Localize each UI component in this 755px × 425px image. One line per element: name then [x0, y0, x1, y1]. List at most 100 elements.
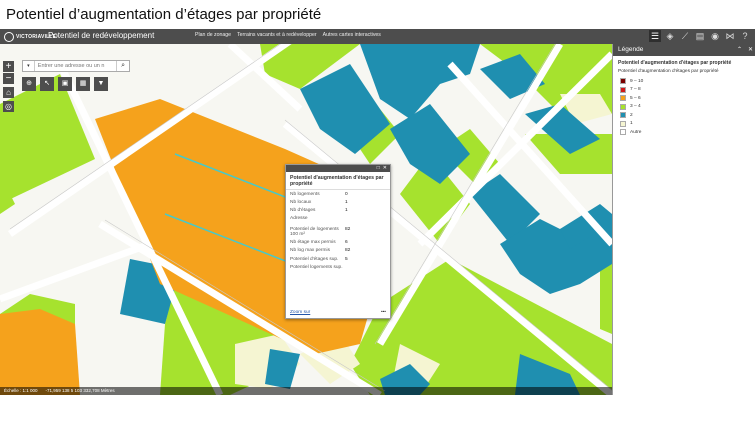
map-view[interactable]: + − ⌂ ◎ ▾ ⌕ ⊕ ↖ ▣ ▦ ▼ □ ✕ Potentiel d'au… — [0, 44, 612, 395]
legend-layer-name: Potentiel d'augmentation d'étages par pr… — [618, 60, 732, 66]
slide-title: Potentiel d’augmentation d’étages par pr… — [6, 6, 322, 23]
attribute-row: Potentiel d'étages sup. 5 — [290, 257, 386, 263]
zoom-in-button[interactable]: + — [3, 61, 14, 72]
legend-header: Légende ⌃ ✕ — [613, 44, 755, 56]
attribute-row: Nb étage max permis 6 — [290, 240, 386, 246]
share-icon[interactable]: ⋈ — [724, 30, 736, 42]
popup-title: Potentiel d'augmentation d'étages par pr… — [286, 172, 390, 190]
attribute-row: Potentiel logements sup. — [290, 265, 386, 271]
eye-icon[interactable]: ◉ — [709, 30, 721, 42]
attribute-value: 82 — [345, 226, 351, 232]
attribute-label: Potentiel d'étages sup. — [290, 256, 339, 262]
coordinate-readout: -71,959 138 5 103 332,708 Mètres — [45, 388, 115, 393]
search-input[interactable] — [34, 61, 117, 71]
legend-label: 3 – 4 — [630, 104, 641, 110]
help-icon[interactable]: ? — [739, 30, 751, 42]
attribute-value: 5 — [345, 256, 348, 262]
attribute-row: Potentiel de logements 100 m² 82 — [290, 227, 386, 238]
legend-field-name: Potentiel d'augmentation d'étages par pr… — [618, 69, 719, 74]
popup-footer: Zoom sur ••• — [290, 310, 386, 315]
attribute-value: 1 — [345, 208, 348, 214]
identify-icon[interactable]: ⊕ — [22, 77, 36, 91]
scale-readout: Échelle : 1:1 000 — [4, 388, 38, 393]
maximize-icon[interactable]: □ — [377, 165, 380, 172]
attribute-label: Potentiel logements sup. — [290, 264, 343, 270]
close-icon[interactable]: ✕ — [383, 165, 387, 172]
legend-swatch — [620, 78, 626, 85]
attribute-row: Nb logements 0 — [290, 192, 386, 198]
more-actions-button[interactable]: ••• — [381, 310, 386, 315]
select-icon[interactable]: ↖ — [40, 77, 54, 91]
attribute-label: Nb d'étages — [290, 208, 316, 214]
legend-label: 1 — [630, 121, 633, 127]
legend-item: 2 — [613, 111, 755, 120]
legend-label: 9 – 10 — [630, 78, 644, 84]
nav-link-other-maps[interactable]: Autres cartes interactives — [323, 32, 381, 38]
nav-link-vacant-lots[interactable]: Terrains vacants et à redévelopper — [237, 32, 317, 38]
popup-header: □ ✕ — [286, 165, 390, 172]
web-map-app: VICTORIAVILLE Potentiel de redéveloppeme… — [0, 29, 755, 395]
legend-item: 7 – 8 — [613, 86, 755, 95]
attribute-value: 1 — [345, 200, 348, 206]
locate-icon[interactable]: ◎ — [3, 101, 14, 112]
legend-label: 5 – 6 — [630, 95, 641, 101]
legend-swatch — [620, 86, 626, 93]
map-tools: ⊕ ↖ ▣ ▦ ▼ — [22, 77, 108, 91]
legend-label: Autre — [630, 129, 642, 135]
legend-label: 7 – 8 — [630, 87, 641, 93]
attribute-row: Nb d'étages 1 — [290, 208, 386, 214]
header-toolbar: ☰ ◈ ⟋ ▤ ◉ ⋈ ? — [649, 30, 751, 42]
collapse-icon[interactable]: ⌃ — [737, 44, 742, 56]
popup-attributes: Nb logements 0 Nb locaux 1 Nb d'étages 1 Ad… — [286, 190, 390, 275]
legend-item: Autre — [613, 128, 755, 137]
attribute-label: Nb locaux — [290, 200, 312, 206]
attribute-label: Nb étage max permis — [290, 240, 336, 246]
attribute-row: Nb locaux 1 — [290, 200, 386, 206]
bookmark-icon[interactable]: ▦ — [76, 77, 90, 91]
attribute-row: Adresse — [290, 216, 386, 222]
ruler-icon[interactable]: ⟋ — [679, 30, 691, 42]
measure-icon[interactable]: ▣ — [58, 77, 72, 91]
attribute-value: 82 — [345, 248, 351, 254]
filter-icon[interactable]: ▼ — [94, 77, 108, 91]
legend-label: 2 — [630, 112, 633, 118]
legend-title: Légende — [618, 46, 644, 53]
legend-controls: ⌃ ✕ — [737, 44, 753, 56]
search-bar: ▾ ⌕ — [22, 60, 130, 72]
attribute-value: 6 — [345, 240, 348, 246]
search-button[interactable]: ⌕ — [116, 61, 129, 71]
zoom-to-link[interactable]: Zoom sur — [290, 310, 310, 315]
parcel-orange[interactable] — [0, 309, 80, 395]
zoom-controls: + − — [3, 61, 14, 85]
legend-items: 9 – 10 7 – 8 5 – 6 3 – 4 2 1 Autre — [613, 77, 755, 137]
attribute-value: 0 — [345, 192, 348, 197]
attribute-label: Adresse — [290, 216, 308, 222]
legend-item: 9 – 10 — [613, 77, 755, 86]
logo-mark-icon — [4, 31, 14, 42]
print-icon[interactable]: ▤ — [694, 30, 706, 42]
search-source-dropdown[interactable]: ▾ — [23, 61, 35, 71]
legend-swatch — [620, 129, 626, 136]
app-header: VICTORIAVILLE Potentiel de redéveloppeme… — [0, 29, 755, 44]
close-icon[interactable]: ✕ — [748, 44, 753, 56]
list-icon[interactable]: ☰ — [649, 30, 661, 42]
header-nav: Plan de zonage Terrains vacants et à red… — [195, 32, 381, 38]
attribute-row: Nb log max permis 82 — [290, 248, 386, 254]
nav-link-zoning[interactable]: Plan de zonage — [195, 32, 231, 38]
attribute-label: Nb logements — [290, 192, 320, 197]
attribute-label: Potentiel de logements 100 m² — [290, 226, 339, 238]
legend-swatch — [620, 120, 626, 127]
zoom-out-button[interactable]: − — [3, 73, 14, 84]
legend-swatch — [620, 103, 626, 110]
legend-swatch — [620, 112, 626, 119]
home-icon[interactable]: ⌂ — [3, 87, 14, 98]
legend-item: 5 – 6 — [613, 94, 755, 103]
legend-item: 1 — [613, 120, 755, 129]
feature-popup: □ ✕ Potentiel d'augmentation d'étages pa… — [285, 164, 391, 319]
legend-panel: Légende ⌃ ✕ Potentiel d'augmentation d'é… — [612, 44, 755, 395]
status-bar: Échelle : 1:1 000 -71,959 138 5 103 332,… — [0, 387, 612, 395]
layers-icon[interactable]: ◈ — [664, 30, 676, 42]
attribute-label: Nb log max permis — [290, 248, 330, 254]
legend-item: 3 – 4 — [613, 103, 755, 112]
app-title: Potentiel de redéveloppement — [48, 31, 155, 40]
